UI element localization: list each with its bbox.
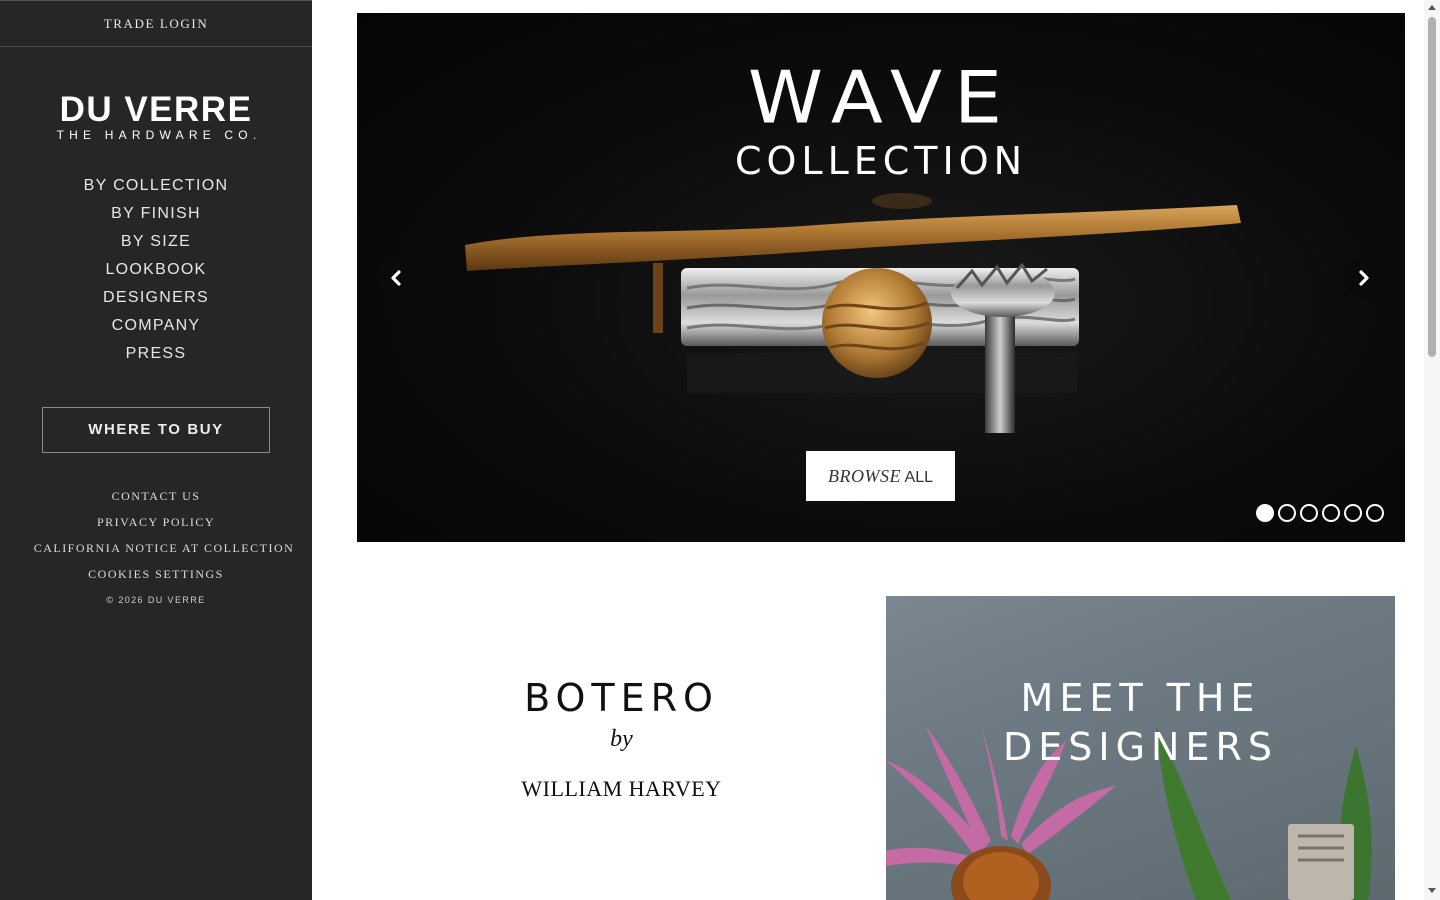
meet-the-designers-promo[interactable]: MEET THE DESIGNERS (886, 596, 1395, 900)
footer-link-privacy-policy[interactable]: PRIVACY POLICY (97, 515, 215, 529)
hero-title-line1: WAVE (747, 55, 1015, 140)
nav-item-by-finish: BY FINISH (0, 200, 312, 228)
footer-item-contact: CONTACT US (0, 483, 312, 509)
slide-dot-6[interactable] (1366, 504, 1384, 522)
browse-all-italic: BROWSE (827, 466, 901, 486)
footer-item-privacy: PRIVACY POLICY (0, 509, 312, 535)
footer-link-cookies-settings[interactable]: COOKIES SETTINGS (88, 567, 224, 581)
nav-item-lookbook: LOOKBOOK (0, 256, 312, 284)
nav-item-press: PRESS (0, 340, 312, 368)
nav-item-by-collection: BY COLLECTION (0, 172, 312, 200)
footer-nav: CONTACT US PRIVACY POLICY CALIFORNIA NOT… (0, 483, 312, 587)
slide-dot-3[interactable] (1300, 504, 1318, 522)
copyright-text: © 2026 DU VERRE (106, 595, 206, 605)
nav-item-designers: DESIGNERS (0, 284, 312, 312)
brand-logo[interactable]: DU VERRE THE HARDWARE CO. (0, 90, 312, 142)
nav-item-company: COMPANY (0, 312, 312, 340)
slider-pagination (1256, 504, 1384, 522)
slide-dot-1[interactable] (1256, 504, 1274, 522)
slide-dot-4[interactable] (1322, 504, 1340, 522)
botero-title: BOTERO (524, 676, 719, 720)
hero-title: WAVE COLLECTION (357, 59, 1405, 183)
where-to-buy-button[interactable]: WHERE TO BUY (42, 407, 270, 453)
nav-link-company[interactable]: COMPANY (112, 317, 201, 334)
footer-item-california: CALIFORNIA NOTICE AT COLLECTION (0, 535, 312, 561)
browse-all-regular: ALL (904, 469, 933, 486)
slide-dot-2[interactable] (1278, 504, 1296, 522)
trade-login-link[interactable]: TRADE LOGIN (0, 0, 312, 47)
botero-by: by (610, 726, 633, 752)
nav-link-by-collection[interactable]: BY COLLECTION (84, 177, 229, 194)
scroll-up-arrow-icon[interactable] (1428, 5, 1436, 10)
footer-item-cookies: COOKIES SETTINGS (0, 561, 312, 587)
slider-prev-button[interactable] (376, 258, 416, 298)
page-scrollbar[interactable] (1424, 0, 1440, 900)
main-nav: BY COLLECTION BY FINISH BY SIZE LOOKBOOK… (0, 172, 312, 368)
footer-link-contact-us[interactable]: CONTACT US (112, 489, 201, 503)
chevron-right-icon (1359, 270, 1369, 286)
nav-link-lookbook[interactable]: LOOKBOOK (105, 261, 206, 278)
logo-main-text: DU VERRE (59, 90, 253, 129)
botero-promo[interactable]: BOTERO by WILLIAM HARVEY (357, 596, 886, 900)
slide-dot-5[interactable] (1344, 504, 1362, 522)
slider-next-button[interactable] (1344, 258, 1384, 298)
hero-slider: WAVE COLLECTION BROWSE ALL (357, 13, 1405, 542)
designers-title-line2: DESIGNERS (1002, 725, 1278, 769)
nav-item-by-size: BY SIZE (0, 228, 312, 256)
nav-link-by-finish[interactable]: BY FINISH (111, 205, 201, 222)
footer-link-california-notice[interactable]: CALIFORNIA NOTICE AT COLLECTION (34, 541, 295, 555)
botero-designer-name: WILLIAM HARVEY (521, 776, 722, 801)
scroll-down-arrow-icon[interactable] (1428, 888, 1436, 893)
nav-link-press[interactable]: PRESS (126, 345, 187, 362)
designers-title: MEET THE DESIGNERS (886, 674, 1395, 772)
nav-link-designers[interactable]: DESIGNERS (103, 289, 209, 306)
scroll-thumb[interactable] (1428, 17, 1436, 357)
logo-sub-text: THE HARDWARE CO. (56, 128, 262, 142)
designers-title-line1: MEET THE (1020, 676, 1261, 720)
sidebar: TRADE LOGIN DU VERRE THE HARDWARE CO. BY… (0, 0, 312, 900)
nav-link-by-size[interactable]: BY SIZE (121, 233, 191, 250)
browse-all-button[interactable]: BROWSE ALL (806, 451, 955, 501)
chevron-left-icon (391, 270, 401, 286)
hero-title-line2: COLLECTION (734, 139, 1028, 183)
